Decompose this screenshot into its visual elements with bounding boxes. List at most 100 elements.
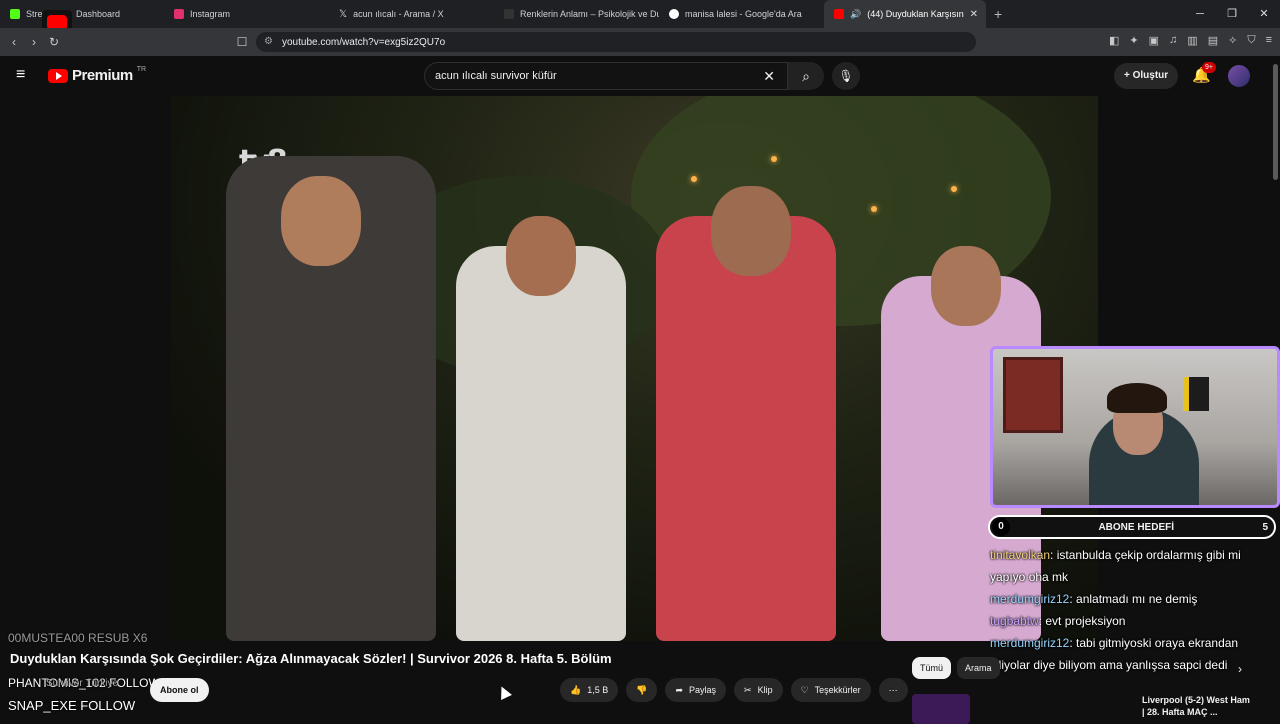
wall-rug <box>1003 357 1063 433</box>
tab-renkler[interactable]: Renklerin Anlamı – Psikolojik ve Duyg... <box>494 0 659 28</box>
media-icon[interactable]: ♫ <box>1169 34 1177 47</box>
url-field[interactable]: ⚙ youtube.com/watch?v=exg5iz2QU7o <box>256 32 976 52</box>
clip-button[interactable]: ✂ Klip <box>734 678 783 702</box>
close-tab-icon[interactable]: ✕ <box>970 9 978 20</box>
puzzle-icon[interactable]: ✦ <box>1129 34 1138 47</box>
mouse-cursor <box>496 684 512 700</box>
tab-youtube-active[interactable]: 🔊 (44) Duyduklan Karşısında Şo... ✕ <box>824 0 986 28</box>
notifications-bell-icon[interactable]: 🔔 9+ <box>1192 62 1216 84</box>
chat-message: merdumgiriz12: tabi gitmiyoski oraya ekr… <box>990 632 1250 676</box>
goal-current: 0 <box>992 518 1010 536</box>
chat-user: tugbabtw <box>990 614 1039 628</box>
window-controls: ─ ❐ ✕ <box>1184 0 1280 28</box>
reload-icon[interactable]: ↻ <box>44 35 64 49</box>
create-button[interactable]: + Oluştur <box>1114 63 1179 89</box>
torch-light <box>871 206 877 212</box>
tab-label: Dashboard <box>76 9 121 19</box>
kick-icon <box>10 9 20 19</box>
site-info-icon[interactable]: ⚙ <box>264 36 273 47</box>
tab-label: Instagram <box>190 9 231 19</box>
voice-search-button[interactable]: 🎙 <box>832 62 860 90</box>
torch-light <box>951 186 957 192</box>
youtube-logo[interactable]: Premium TR <box>48 66 146 84</box>
goal-target: 5 <box>1262 521 1268 533</box>
subscriber-goal-bar: 0 ABONE HEDEFİ 5 <box>988 515 1276 539</box>
heart-dollar-icon: ♡ <box>800 685 809 695</box>
site-icon <box>504 9 514 19</box>
notification-badge: 9+ <box>1202 62 1216 73</box>
contestant-face <box>711 186 791 276</box>
contestant-figure <box>656 216 836 641</box>
stream-chat: tinitavolkan: istanbulda çekip ordalarmı… <box>990 544 1250 676</box>
shield-icon[interactable]: ⛉ <box>1247 34 1255 47</box>
browser-menu-icon[interactable]: ≡ <box>1266 34 1272 47</box>
chevron-right-icon[interactable]: › <box>1238 662 1242 676</box>
clear-search-icon[interactable]: ✕ <box>763 68 775 85</box>
tab-google[interactable]: manisa lalesi - Google'da Ara <box>659 0 824 28</box>
browser-tab-bar: Stre... Dashboard Instagram 𝕏 acun ılıca… <box>0 0 1280 28</box>
thanks-button[interactable]: ♡ Teşekkürler <box>790 678 871 702</box>
speaker-icon: 🔊 <box>850 8 862 19</box>
hamburger-menu-icon[interactable]: ≡ <box>16 66 25 84</box>
minimize-icon[interactable]: ─ <box>1184 0 1216 28</box>
chat-user: merdumgiriz12 <box>990 636 1070 650</box>
wall-jersey <box>1183 377 1209 411</box>
new-tab-button[interactable]: + <box>994 6 1002 22</box>
more-actions-button[interactable]: ⋯ <box>878 678 908 702</box>
search-icon: ⌕ <box>802 68 810 84</box>
stream-alert: SNAP_EXE FOLLOW <box>8 698 136 713</box>
like-button[interactable]: 👍 1,5 B <box>560 678 619 702</box>
video-actions: 👍 1,5 B 👎 ➦ Paylaş ✂ Klip ♡ Teşekkürler ⋯ <box>560 678 908 702</box>
video-player[interactable]: tv8 <box>171 96 1098 641</box>
goal-label: ABONE HEDEFİ <box>1098 521 1174 533</box>
ai-icon[interactable]: ✧ <box>1228 34 1237 47</box>
search-query: acun ılıcalı survivor küfür <box>435 70 557 82</box>
chat-text: : evt projeksiyon <box>1038 614 1126 628</box>
extension-icon[interactable]: ◧ <box>1109 34 1119 47</box>
x-logo-icon: 𝕏 <box>339 8 348 20</box>
streamer-webcam <box>990 346 1280 508</box>
youtube-play-icon <box>48 68 68 83</box>
recommended-video[interactable]: Liverpool (5-2) West Ham | 28. Hafta MAÇ… <box>912 690 1272 724</box>
video-title: Duyduklan Karşısında Şok Geçirdiler: Ağz… <box>10 651 612 666</box>
channel-name[interactable]: Survivor Türkiye <box>46 678 118 689</box>
search-input[interactable]: acun ılıcalı survivor küfür ✕ <box>424 62 788 90</box>
thumbs-up-icon: 👍 <box>570 685 582 695</box>
chat-message: tinitavolkan: istanbulda çekip ordalarmı… <box>990 544 1250 588</box>
thumbs-down-icon: 👎 <box>636 685 648 695</box>
instagram-icon <box>174 9 184 19</box>
wallet-icon[interactable]: ▤ <box>1208 34 1218 47</box>
torch-light <box>771 156 777 162</box>
chip-all[interactable]: Tümü <box>912 657 952 679</box>
chat-user: merdumgiriz12 <box>990 592 1070 606</box>
tab-x-search[interactable]: 𝕏 acun ılıcalı - Arama / X <box>329 0 494 28</box>
contestant-face <box>931 246 1001 326</box>
avatar[interactable] <box>1228 65 1250 87</box>
sidebar-filter-chips: Tümü Arama <box>912 657 1000 679</box>
subscribe-button[interactable]: Abone ol <box>150 678 209 702</box>
youtube-icon <box>834 9 844 19</box>
close-window-icon[interactable]: ✕ <box>1248 0 1280 28</box>
tab-label: manisa lalesi - Google'da Ara <box>685 9 802 19</box>
back-icon[interactable]: ‹ <box>4 35 24 49</box>
tab-instagram[interactable]: Instagram <box>164 0 329 28</box>
contestant-figure <box>456 246 626 641</box>
bookmark-icon[interactable]: ☐ <box>232 35 252 49</box>
chat-message: tugbabtw: evt projeksiyon <box>990 610 1250 632</box>
address-bar-row: ‹ › ↻ ☐ ⚙ youtube.com/watch?v=exg5iz2QU7… <box>0 28 1280 56</box>
maximize-icon[interactable]: ❐ <box>1216 0 1248 28</box>
streamer-hair <box>1107 383 1167 413</box>
extension-icons: ◧ ✦ ▣ ♫ ▥ ▤ ✧ ⛉ ≡ <box>1109 34 1272 47</box>
share-button[interactable]: ➦ Paylaş <box>665 678 727 702</box>
chat-text: : anlatmadı mı ne demiş <box>1069 592 1198 606</box>
sidepanel-icon[interactable]: ▥ <box>1187 34 1197 47</box>
screenshot-icon[interactable]: ▣ <box>1149 34 1159 47</box>
stream-alert: 00MUSTEA00 RESUB X6 <box>8 631 148 645</box>
brand-name: Premium <box>72 67 133 84</box>
forward-icon[interactable]: › <box>24 35 44 49</box>
page-scrollbar[interactable] <box>1273 64 1278 180</box>
search-button[interactable]: ⌕ <box>788 62 824 90</box>
chip-search[interactable]: Arama <box>957 657 1000 679</box>
dislike-button[interactable]: 👎 <box>626 678 658 702</box>
recommended-title: Liverpool (5-2) West Ham | 28. Hafta MAÇ… <box>1142 695 1250 717</box>
